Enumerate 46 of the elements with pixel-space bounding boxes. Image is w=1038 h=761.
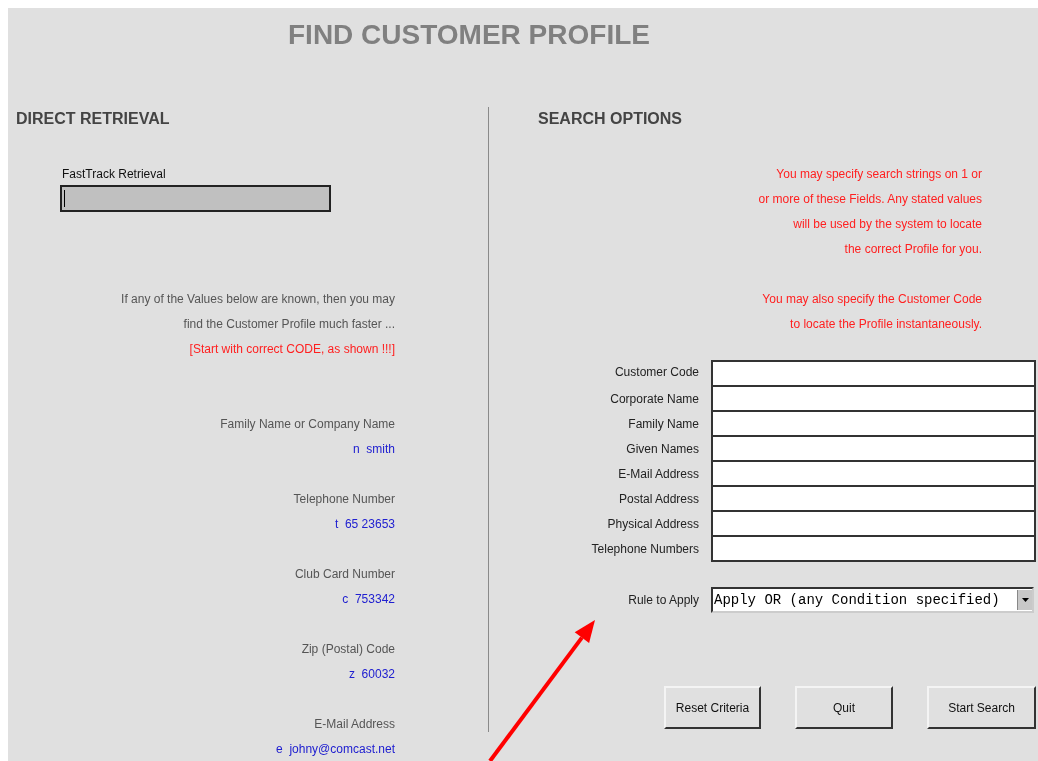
- instruction-text: or more of these Fields. Any stated values: [757, 191, 982, 208]
- field-label: FastTrack Retrieval: [62, 166, 167, 182]
- hint-label: Zip (Postal) Code: [300, 641, 395, 658]
- input-field[interactable]: [711, 385, 1036, 412]
- input-field[interactable]: [711, 360, 1036, 387]
- hint-label: Telephone Number: [292, 491, 395, 508]
- action-button[interactable]: Start Search: [927, 686, 1036, 729]
- caret-icon: [1021, 598, 1029, 602]
- section-heading: DIRECT RETRIEVAL: [16, 109, 171, 129]
- instruction-text: You may specify search strings on 1 or: [775, 166, 982, 183]
- instruction-text: If any of the Values below are known, then you may: [120, 291, 395, 308]
- example-text: t 65 23653: [333, 516, 395, 533]
- hint-label: Club Card Number: [293, 566, 395, 583]
- hint-label: Family Name or Company Name: [219, 416, 395, 433]
- field-label: E-Mail Address: [617, 466, 699, 483]
- rule-dropdown[interactable]: Apply OR (any Condition specified): [711, 587, 1034, 613]
- instruction-text: the correct Profile for you.: [843, 241, 982, 258]
- example-text: c 753342: [341, 591, 395, 608]
- input-field[interactable]: [711, 485, 1036, 512]
- page-title: FIND CUSTOMER PROFILE: [287, 18, 651, 52]
- input-field[interactable]: [711, 410, 1036, 437]
- example-text: e johny@comcast.net: [275, 741, 395, 758]
- field-label: Corporate Name: [609, 391, 699, 408]
- instruction-text: You may also specify the Customer Code: [761, 291, 982, 308]
- field-label: Family Name: [627, 416, 699, 433]
- input-field[interactable]: [711, 510, 1036, 537]
- field-label: Rule to Apply: [627, 591, 699, 609]
- input-field[interactable]: [711, 435, 1036, 462]
- field-label: Given Names: [625, 441, 699, 458]
- input-field[interactable]: [711, 535, 1036, 562]
- input-field[interactable]: [60, 185, 331, 212]
- field-label: Telephone Numbers: [590, 541, 699, 558]
- warning-text: [Start with correct CODE, as shown !!!]: [188, 341, 395, 358]
- section-heading: SEARCH OPTIONS: [538, 109, 683, 129]
- field-label: Customer Code: [613, 364, 699, 381]
- instruction-text: to locate the Profile instantaneously.: [789, 316, 982, 333]
- example-text: z 60032: [347, 666, 395, 683]
- hint-label: E-Mail Address: [313, 716, 395, 733]
- field-label: Postal Address: [617, 491, 699, 508]
- example-text: n smith: [352, 441, 395, 458]
- instruction-text: will be used by the system to locate: [792, 216, 982, 233]
- input-field[interactable]: [711, 460, 1036, 487]
- field-label: Physical Address: [606, 516, 699, 533]
- action-button[interactable]: Quit: [795, 686, 893, 729]
- instruction-text: find the Customer Profile much faster ...: [182, 316, 395, 333]
- action-button[interactable]: Reset Criteria: [664, 686, 761, 729]
